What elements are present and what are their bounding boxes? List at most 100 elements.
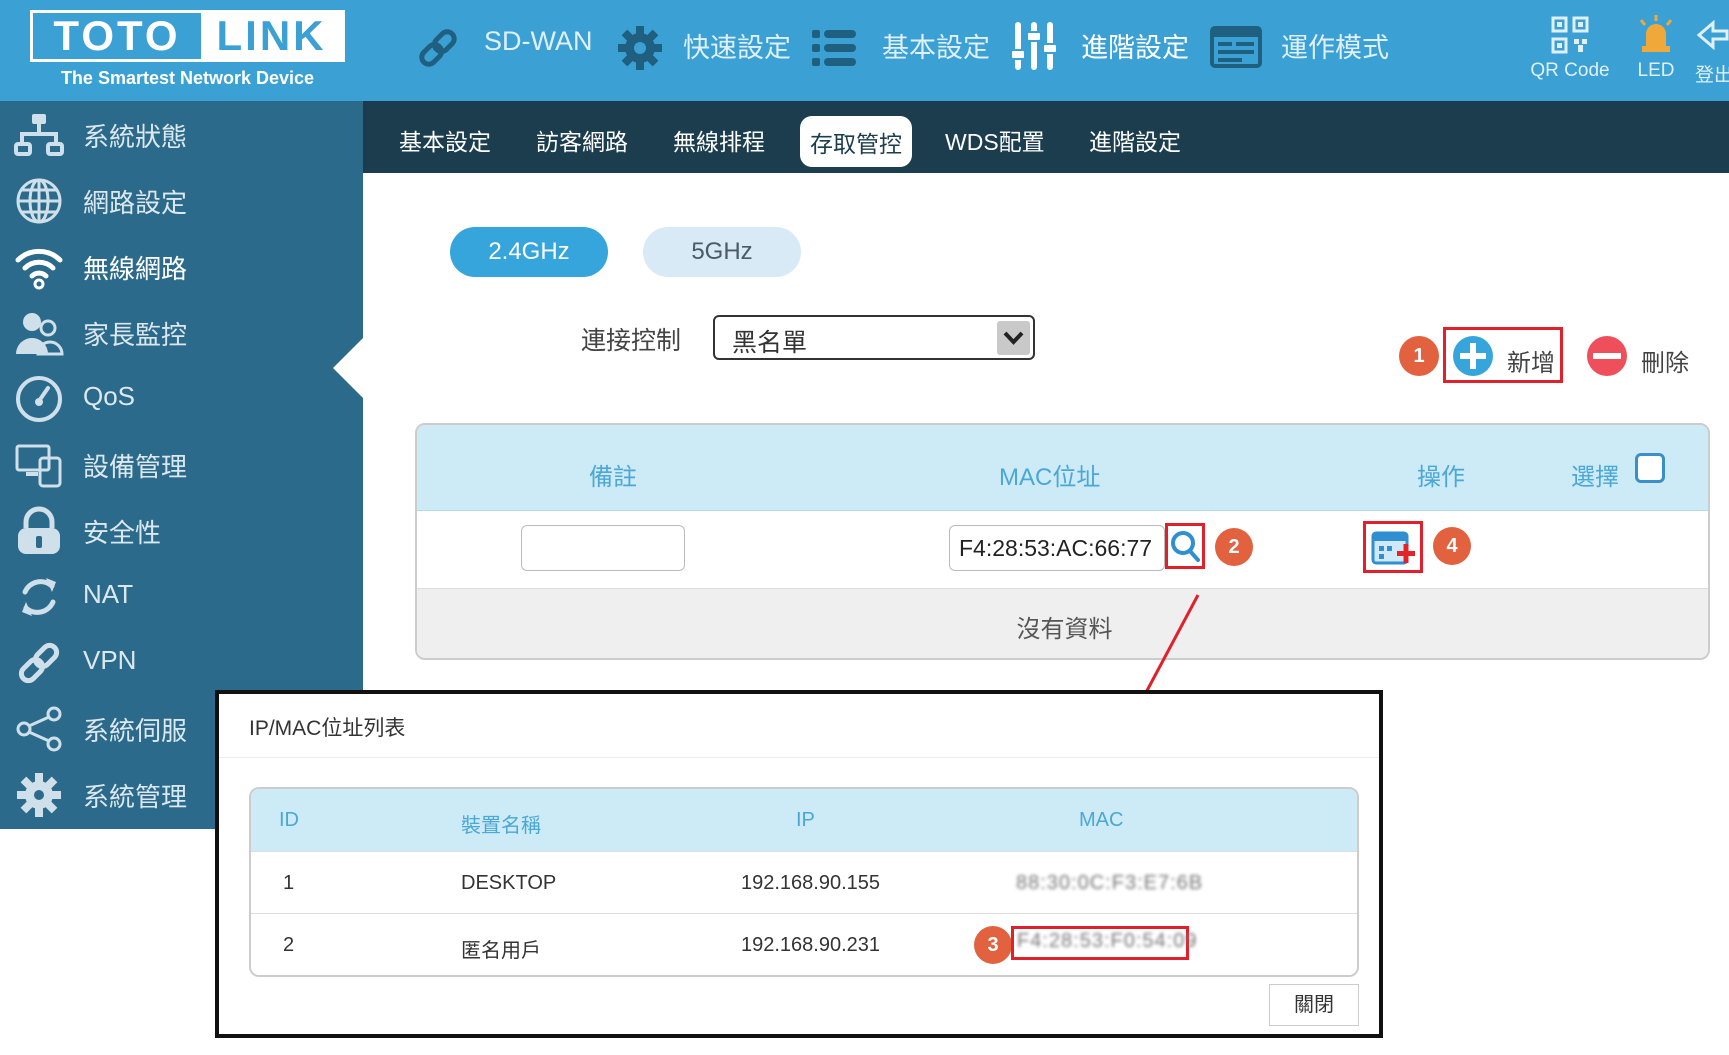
nav-quick-setup[interactable]: 快速設定: [683, 26, 791, 65]
sliders-icon: [1010, 22, 1058, 70]
led-button[interactable]: LED: [1628, 14, 1684, 82]
tab-wireless-schedule[interactable]: 無線排程: [673, 123, 765, 157]
header-select: 選擇: [1571, 464, 1619, 491]
band-5ghz-button[interactable]: 5GHz: [643, 227, 801, 277]
gear-icon: [618, 26, 662, 70]
link-icon: [18, 642, 60, 684]
sidebar-item-vpn[interactable]: VPN: [0, 629, 363, 695]
totolink-logo: TOTO LINK: [30, 10, 345, 62]
qrcode-button[interactable]: QR Code: [1520, 14, 1620, 82]
logout-label: 登出: [1695, 65, 1729, 86]
plus-circle-icon: [1453, 336, 1493, 376]
ip-mac-table: ID 裝置名稱 IP MAC 1 DESKTOP 192.168.90.155 …: [249, 787, 1359, 977]
sidebar-active-pointer: [333, 338, 363, 398]
mac-input-value: F4:28:53:AC:66:77: [959, 535, 1153, 561]
qrcode-label: QR Code: [1530, 60, 1610, 81]
sidebar-label: QoS: [83, 381, 136, 411]
add-entry-icon[interactable]: [1371, 528, 1417, 568]
led-label: LED: [1637, 60, 1675, 81]
sidebar-label: 系統伺服: [83, 716, 188, 746]
step-badge-2: 2: [1215, 528, 1253, 566]
add-label: 新增: [1507, 350, 1555, 377]
sidebar-label: NAT: [83, 579, 134, 609]
ip-mac-list-dialog: IP/MAC位址列表 ID 裝置名稱 IP MAC 1 DESKTOP 192.…: [215, 690, 1383, 1038]
band-24ghz-button[interactable]: 2.4GHz: [450, 227, 608, 277]
header-remark: 備註: [589, 464, 637, 491]
header-mac: MAC位址: [999, 464, 1101, 491]
logo-slogan: The Smartest Network Device: [60, 68, 315, 88]
sidebar-item-network-settings[interactable]: 網路設定: [0, 167, 363, 233]
connection-control-label: 連接控制: [581, 327, 682, 355]
chevron-down-icon: [1003, 331, 1024, 345]
nav-advanced-settings[interactable]: 進階設定: [1081, 26, 1189, 65]
network-status-icon: [14, 114, 64, 156]
step-badge-1: 1: [1399, 336, 1439, 376]
header-device-name: 裝置名稱: [461, 815, 541, 837]
remark-input[interactable]: [521, 525, 685, 571]
row-ip: 192.168.90.155: [741, 872, 881, 894]
list-icon: [812, 30, 856, 66]
sidebar-label: 家長監控: [83, 320, 188, 350]
sidebar-item-nat[interactable]: NAT: [0, 563, 363, 629]
devices-icon: [15, 444, 62, 488]
table-empty-row: 沒有資料: [417, 589, 1708, 658]
header-action: 操作: [1417, 464, 1465, 491]
delete-button[interactable]: 刪除: [1585, 333, 1705, 379]
sidebar-label: 網路設定: [83, 188, 188, 218]
row-mac: 88:30:0C:F3:E7:6B: [1016, 872, 1204, 894]
sidebar-item-qos[interactable]: QoS: [0, 365, 363, 431]
table-header: ID 裝置名稱 IP MAC: [251, 789, 1357, 851]
minus-circle-icon: [1587, 336, 1627, 376]
logo-link-text: LINK: [201, 13, 342, 59]
table-row[interactable]: 1 DESKTOP 192.168.90.155 88:30:0C:F3:E7:…: [251, 851, 1357, 913]
sidebar-item-parental-control[interactable]: 家長監控: [0, 299, 363, 365]
logout-icon: [1696, 19, 1729, 51]
connection-control-select[interactable]: 黑名單: [713, 315, 1035, 360]
sidebar-label: 系統管理: [83, 782, 188, 812]
sidebar-item-security[interactable]: 安全性: [0, 497, 363, 563]
tab-guest-network[interactable]: 訪客網路: [536, 123, 628, 157]
header-mac: MAC: [1079, 809, 1124, 831]
tab-advanced-settings[interactable]: 進階設定: [1089, 123, 1181, 157]
search-icon[interactable]: [1169, 529, 1201, 563]
table-row[interactable]: 2 匿名用戶 192.168.90.231 3 F4:28:53:F0:54:0…: [251, 913, 1357, 975]
access-control-table: 備註 MAC位址 操作 選擇 F4:28:53:AC:66:77 2 4 沒有資…: [415, 423, 1710, 660]
tab-access-control[interactable]: 存取管控: [800, 116, 912, 167]
sidebar-item-device-management[interactable]: 設備管理: [0, 431, 363, 497]
lock-icon: [18, 506, 60, 554]
dialog-header: IP/MAC位址列表: [219, 694, 1379, 758]
dropdown-arrow: [997, 321, 1030, 355]
tab-basic-settings[interactable]: 基本設定: [399, 123, 491, 157]
nav-basic-settings[interactable]: 基本設定: [882, 26, 990, 65]
nav-sdwan[interactable]: SD-WAN: [484, 26, 593, 57]
sidebar-label: 安全性: [83, 518, 162, 548]
sidebar-label: 設備管理: [83, 452, 188, 482]
sidebar-label: VPN: [83, 645, 137, 675]
add-button[interactable]: 新增: [1451, 333, 1559, 379]
select-all-checkbox[interactable]: [1635, 453, 1665, 483]
row-id: 1: [283, 872, 295, 894]
share-icon: [16, 706, 62, 752]
tab-wds-config[interactable]: WDS配置: [945, 123, 1045, 157]
logo-toto-text: TOTO: [53, 12, 181, 59]
logout-button[interactable]: 登出: [1695, 14, 1729, 87]
globe-icon: [16, 178, 62, 224]
row-device-name: 匿名用戶: [461, 940, 541, 962]
row-id: 2: [283, 934, 295, 956]
step-badge-4: 4: [1433, 527, 1471, 565]
empty-message: 沒有資料: [1016, 616, 1113, 643]
sidebar-label: 系統狀態: [83, 122, 188, 152]
users-icon: [16, 313, 64, 356]
delete-label: 刪除: [1641, 350, 1689, 377]
sidebar-item-wireless[interactable]: 無線網路: [0, 233, 363, 299]
sidebar-item-system-status[interactable]: 系統狀態: [0, 101, 363, 167]
row-mac: F4:28:53:F0:54:09: [1017, 930, 1198, 952]
top-header: TOTO LINK The Smartest Network Device SD…: [0, 0, 1729, 101]
mode-icon: [1210, 26, 1262, 68]
close-button[interactable]: 關閉: [1269, 984, 1359, 1026]
connection-control-value: 黑名單: [732, 329, 808, 357]
header-ip: IP: [796, 809, 815, 831]
mac-input[interactable]: F4:28:53:AC:66:77: [949, 525, 1165, 571]
sidebar-label: 無線網路: [83, 254, 188, 284]
nav-operation-mode[interactable]: 運作模式: [1281, 26, 1389, 65]
